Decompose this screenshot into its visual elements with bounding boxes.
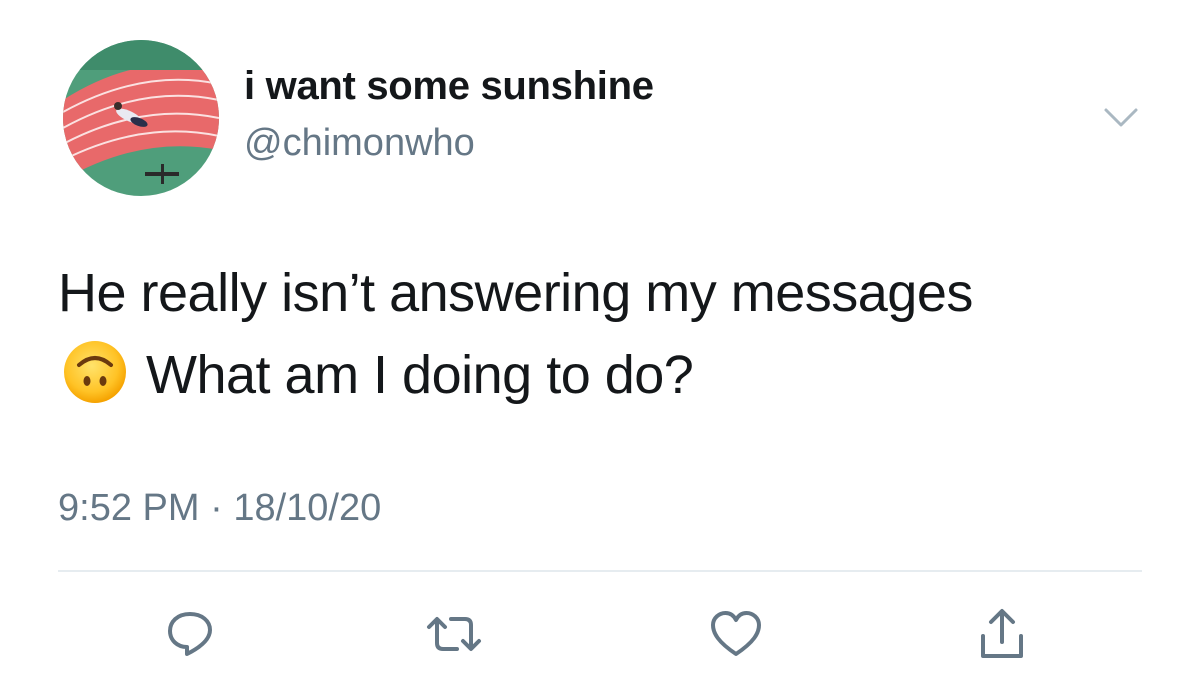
more-options-button[interactable] xyxy=(1098,100,1144,134)
tweet-card: i want some sunshine @chimonwho He reall… xyxy=(0,0,1200,699)
avatar[interactable] xyxy=(63,40,219,196)
tweet-text-line-2-text: What am I doing to do? xyxy=(146,345,694,405)
share-icon xyxy=(981,609,1023,658)
avatar-image xyxy=(63,40,219,196)
chevron-down-icon xyxy=(1104,108,1138,127)
upside-down-face-emoji xyxy=(62,339,128,405)
timestamp-separator: · xyxy=(210,487,223,529)
share-button[interactable] xyxy=(972,604,1032,664)
reply-icon xyxy=(168,612,212,656)
tweet-text-line-2: What am I doing to do? xyxy=(58,334,1168,416)
tweet-timestamp[interactable]: 9:52 PM · 18/10/20 xyxy=(58,487,381,530)
tweet-text: He really isn’t answering my messages Wh… xyxy=(58,252,1168,416)
user-handle[interactable]: @chimonwho xyxy=(244,122,475,165)
tweet-text-line-1: He really isn’t answering my messages xyxy=(58,263,973,323)
like-button[interactable] xyxy=(706,604,766,664)
retweet-button[interactable] xyxy=(424,604,484,664)
retweet-icon xyxy=(427,617,481,651)
tweet-date: 18/10/20 xyxy=(233,487,382,529)
divider xyxy=(58,570,1142,572)
tweet-time: 9:52 PM xyxy=(58,487,200,529)
display-name[interactable]: i want some sunshine xyxy=(244,64,654,109)
reply-button[interactable] xyxy=(160,604,220,664)
heart-icon xyxy=(711,611,761,656)
